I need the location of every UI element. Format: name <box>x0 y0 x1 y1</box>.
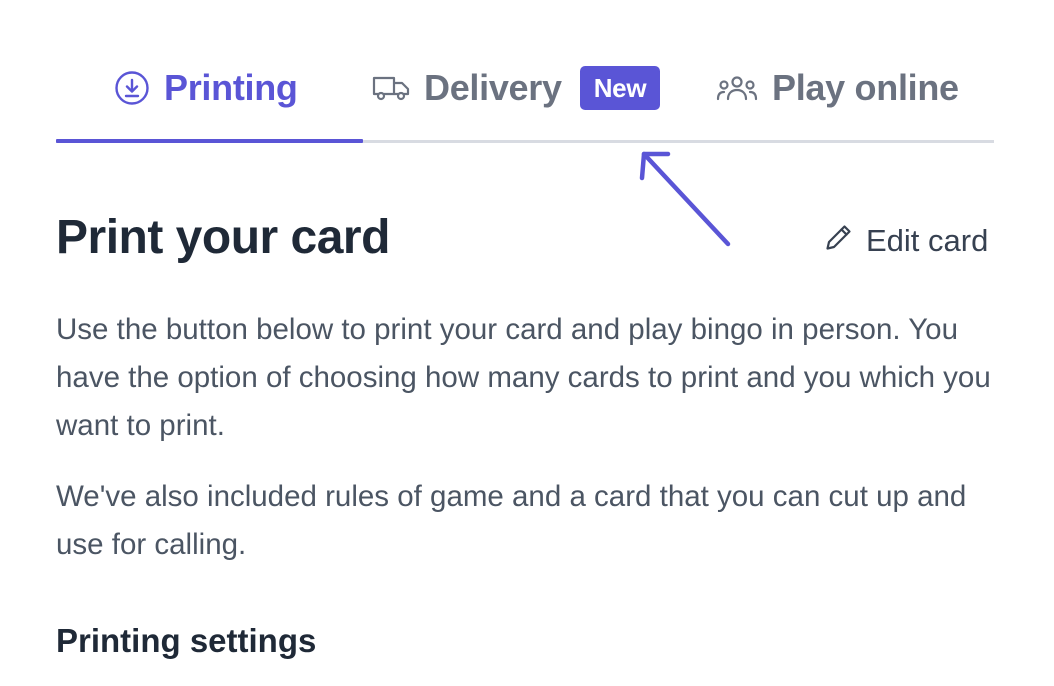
download-circle-icon <box>114 70 150 106</box>
rules-paragraph: We've also included rules of game and a … <box>56 480 967 561</box>
page: Printing Delivery New Play online Print … <box>0 0 1054 686</box>
users-icon <box>716 73 758 103</box>
new-badge: New <box>579 66 661 110</box>
page-title: Print your card <box>56 211 390 264</box>
annotation-arrow-icon <box>639 151 731 247</box>
edit-card-button[interactable]: Edit card <box>824 222 988 260</box>
tab-printing-label: Printing <box>164 67 298 108</box>
tab-play-online-label: Play online <box>772 67 959 108</box>
tab-delivery-label: Delivery <box>424 67 562 108</box>
tab-bar: Printing Delivery New Play online <box>56 60 994 144</box>
intro-paragraph: Use the button below to print your card … <box>56 313 991 442</box>
pencil-icon <box>824 222 854 260</box>
edit-card-label: Edit card <box>866 223 989 258</box>
tab-delivery[interactable]: Delivery New <box>372 66 661 110</box>
section-title: Printing settings <box>56 622 317 659</box>
tab-printing[interactable]: Printing <box>114 66 298 110</box>
truck-icon <box>372 73 410 103</box>
active-tab-indicator <box>56 139 363 143</box>
tab-play-online[interactable]: Play online <box>716 66 959 110</box>
